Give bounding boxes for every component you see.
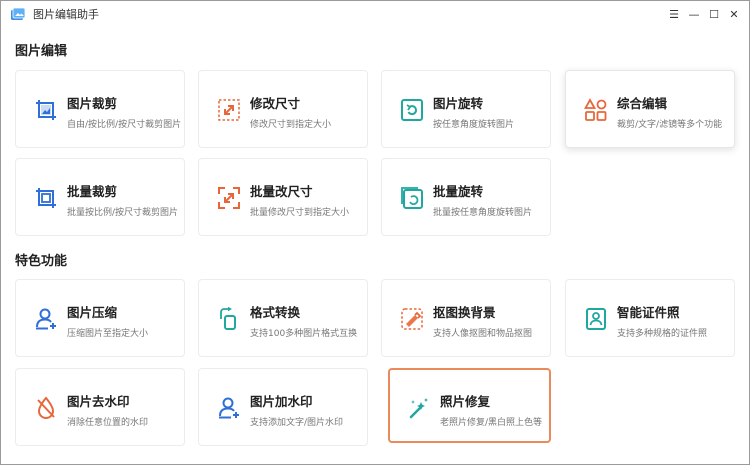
- card-desc: 消除任意位置的水印: [67, 418, 149, 428]
- card-desc: 支持多种规格的证件照: [617, 329, 708, 339]
- card-photo-repair[interactable]: 照片修复 老照片修复/黑白照上色等: [388, 368, 551, 443]
- card-desc: 裁剪/文字/滤镜等多个功能: [617, 120, 723, 130]
- card-title: 图片裁剪: [67, 96, 118, 111]
- card-title: 图片压缩: [67, 305, 118, 320]
- app-title: 图片编辑助手: [33, 8, 99, 21]
- card-title: 修改尺寸: [250, 96, 301, 111]
- section-title-image-edit: 图片编辑: [15, 44, 68, 59]
- card-title: 抠图换背景: [433, 305, 496, 320]
- card-batch-resize[interactable]: 批量改尺寸 批量修改尺寸到指定大小: [198, 158, 368, 236]
- id-photo-icon: [586, 308, 606, 330]
- menu-icon[interactable]: ☰: [667, 6, 681, 22]
- format-convert-icon: [220, 307, 236, 330]
- card-desc: 压缩图片至指定大小: [67, 329, 149, 339]
- card-image-crop[interactable]: 图片裁剪 自由/按比例/按尺寸裁剪图片: [15, 70, 185, 148]
- window-controls: ☰ — ☐ ✕: [667, 6, 741, 22]
- card-compress[interactable]: 图片压缩 压缩图片至指定大小: [15, 279, 185, 357]
- card-remove-watermark[interactable]: 图片去水印 消除任意位置的水印: [15, 368, 185, 446]
- card-title: 批量改尺寸: [250, 184, 313, 199]
- title-bar: 图片编辑助手 ☰ — ☐ ✕: [1, 1, 749, 29]
- cutout-icon: [401, 308, 423, 330]
- section-title-features: 特色功能: [15, 254, 68, 269]
- card-id-photo[interactable]: 智能证件照 支持多种规格的证件照: [565, 279, 735, 357]
- shapes-icon: [584, 98, 607, 121]
- card-title: 图片加水印: [250, 394, 313, 409]
- card-desc: 老照片修复/黑白照上色等: [440, 418, 543, 428]
- card-cutout[interactable]: 抠图换背景 支持人像抠图和物品抠图: [381, 279, 551, 357]
- card-title: 照片修复: [440, 394, 491, 409]
- card-rotate[interactable]: 图片旋转 按任意角度旋转图片: [381, 70, 551, 148]
- card-resize[interactable]: 修改尺寸 修改尺寸到指定大小: [198, 70, 368, 148]
- card-desc: 自由/按比例/按尺寸裁剪图片: [67, 120, 182, 130]
- card-title: 批量旋转: [433, 184, 484, 199]
- card-title: 格式转换: [250, 305, 301, 320]
- card-title: 图片去水印: [67, 394, 130, 409]
- card-desc: 批量按比例/按尺寸裁剪图片: [67, 208, 179, 218]
- batch-resize-icon: [218, 187, 240, 209]
- batch-rotate-icon: [401, 187, 423, 209]
- card-title: 图片旋转: [433, 96, 484, 111]
- rotate-icon: [401, 99, 423, 121]
- card-desc: 批量按任意角度旋转图片: [433, 208, 533, 218]
- card-title: 综合编辑: [617, 96, 668, 111]
- card-desc: 批量修改尺寸到指定大小: [250, 208, 350, 218]
- card-title: 批量裁剪: [67, 184, 118, 199]
- card-desc: 按任意角度旋转图片: [433, 120, 515, 130]
- minimize-button[interactable]: —: [687, 6, 701, 22]
- maximize-button[interactable]: ☐: [707, 6, 721, 22]
- remove-watermark-icon: [37, 396, 55, 419]
- resize-icon: [218, 99, 240, 121]
- card-batch-crop[interactable]: 批量裁剪 批量按比例/按尺寸裁剪图片: [15, 158, 185, 236]
- card-format-convert[interactable]: 格式转换 支持100多种图片格式互换: [198, 279, 368, 357]
- compress-icon: [36, 308, 56, 330]
- card-add-watermark[interactable]: 图片加水印 支持添加文字/图片水印: [198, 368, 368, 446]
- app-window: 图片编辑助手 ☰ — ☐ ✕ 图片编辑 图片裁剪 自由/按比例/按尺寸裁剪图片 …: [0, 0, 750, 465]
- magic-wand-icon: [409, 398, 428, 419]
- card-desc: 支持添加文字/图片水印: [250, 418, 344, 428]
- card-batch-rotate[interactable]: 批量旋转 批量按任意角度旋转图片: [381, 158, 551, 236]
- add-watermark-icon: [219, 397, 239, 419]
- card-desc: 支持人像抠图和物品抠图: [433, 329, 533, 339]
- close-button[interactable]: ✕: [727, 6, 741, 22]
- card-desc: 修改尺寸到指定大小: [250, 120, 332, 130]
- app-logo-icon: [11, 7, 26, 20]
- card-comprehensive-edit[interactable]: 综合编辑 裁剪/文字/滤镜等多个功能: [565, 70, 735, 148]
- card-desc: 支持100多种图片格式互换: [250, 329, 358, 339]
- crop-icon: [36, 100, 56, 120]
- batch-crop-icon: [36, 188, 56, 208]
- card-title: 智能证件照: [617, 305, 680, 320]
